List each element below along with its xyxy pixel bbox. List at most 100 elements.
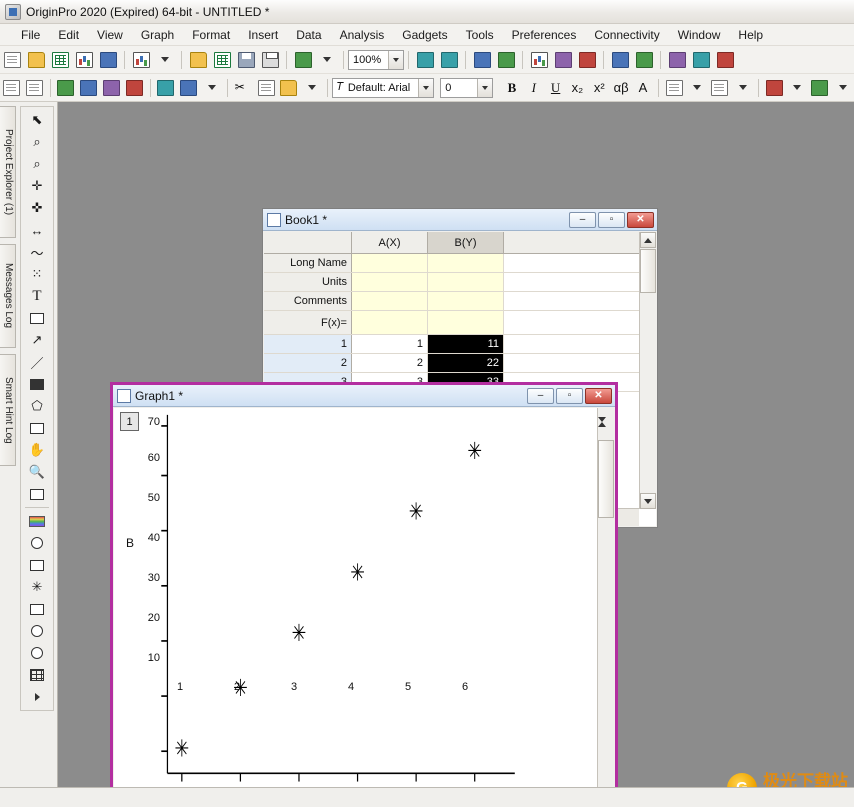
regional-mask-button[interactable]: ⁙ (24, 263, 50, 285)
menu-item-format[interactable]: Format (183, 26, 239, 44)
magnifier-tool-button[interactable]: 🔍 (24, 461, 50, 483)
menu-item-view[interactable]: View (88, 26, 132, 44)
book1-vertical-scrollbar[interactable] (639, 232, 656, 509)
text-tool-button[interactable]: T (24, 285, 50, 307)
copy-button[interactable] (256, 77, 277, 99)
globe-tool-button[interactable] (24, 620, 50, 642)
recalculate-button[interactable] (495, 49, 517, 71)
stats-tool-button[interactable] (24, 598, 50, 620)
cell-a1[interactable]: 1 (352, 335, 428, 353)
new-project-button[interactable] (1, 49, 23, 71)
pan-tool-button[interactable]: ✋ (24, 439, 50, 461)
font-dropdown-arrow[interactable] (418, 79, 433, 97)
graph1-window[interactable]: Graph1 * – ▫ ✕ 1 B 10 20 30 40 50 60 70 (110, 382, 618, 807)
book1-minimize-button[interactable]: – (569, 212, 596, 228)
import-dropdown-button[interactable] (316, 49, 338, 71)
cell-comments-a[interactable] (352, 292, 428, 310)
rescale-button[interactable] (528, 49, 550, 71)
open-project-button[interactable] (187, 49, 209, 71)
fill-color-dropdown-button[interactable] (832, 77, 853, 99)
undo-button[interactable] (414, 49, 436, 71)
zoom-out-tool-button[interactable]: ⌕ (24, 153, 50, 175)
color-palette-button[interactable] (24, 510, 50, 532)
duplicate-button[interactable] (633, 49, 655, 71)
palette-expand-button[interactable] (24, 686, 50, 708)
cell-fx-b[interactable] (428, 311, 504, 334)
row-header-comments[interactable]: Comments (264, 292, 352, 310)
line-style-button[interactable] (709, 77, 730, 99)
draw-data-button[interactable]: ～ (24, 241, 50, 263)
book1-scroll-up-button[interactable] (640, 232, 656, 248)
add-col-button[interactable] (24, 77, 45, 99)
merge-button[interactable] (609, 49, 631, 71)
refresh-button[interactable] (471, 49, 493, 71)
book1-maximize-button[interactable]: ▫ (598, 212, 625, 228)
layer-tool-button[interactable] (24, 483, 50, 505)
help-tool-button[interactable] (714, 49, 736, 71)
grid-tool-button[interactable] (24, 664, 50, 686)
menu-item-file[interactable]: File (12, 26, 49, 44)
cell-long-name-a[interactable] (352, 254, 428, 272)
graph1-minimize-button[interactable]: – (527, 388, 554, 404)
menu-item-gadgets[interactable]: Gadgets (393, 26, 456, 44)
graph1-close-button[interactable]: ✕ (585, 388, 612, 404)
row-header-units[interactable]: Units (264, 273, 352, 291)
paste-button[interactable] (278, 77, 299, 99)
image-tool-button[interactable] (24, 554, 50, 576)
underline-button[interactable]: U (546, 77, 566, 98)
import-button[interactable] (292, 49, 314, 71)
marker-tool-button[interactable]: ✳ (24, 576, 50, 598)
data-reader-button[interactable]: ✛ (24, 175, 50, 197)
book1-scroll-down-button[interactable] (640, 493, 656, 509)
superscript-button[interactable]: x² (589, 77, 609, 98)
subscript-button[interactable]: x₂ (568, 77, 588, 98)
fill-color-button[interactable] (809, 77, 830, 99)
menu-item-preferences[interactable]: Preferences (503, 26, 586, 44)
columns-dropdown-button[interactable] (201, 77, 222, 99)
bold-button[interactable]: B (502, 77, 522, 98)
table-row[interactable]: 1 1 11 (264, 335, 656, 354)
color-scale-button[interactable] (24, 532, 50, 554)
object-edit-button[interactable] (24, 307, 50, 329)
row-number-2[interactable]: 2 (264, 354, 352, 372)
menu-item-connectivity[interactable]: Connectivity (585, 26, 668, 44)
data-selector-button[interactable]: ↔ (24, 219, 50, 241)
font-color-button[interactable] (764, 77, 785, 99)
paste-dropdown-button[interactable] (301, 77, 322, 99)
send-graph-button[interactable] (690, 49, 712, 71)
plot-dropdown-button[interactable] (154, 49, 176, 71)
palette-extra-button[interactable] (24, 642, 50, 664)
graph1-maximize-button[interactable]: ▫ (556, 388, 583, 404)
new-matrix-button[interactable] (97, 49, 119, 71)
copy-columns-button[interactable] (156, 77, 177, 99)
cell-a2[interactable]: 2 (352, 354, 428, 372)
cell-comments-b[interactable] (428, 292, 504, 310)
cell-b2[interactable]: 22 (428, 354, 504, 372)
font-color-dropdown-button[interactable] (787, 77, 808, 99)
cell-fx-a[interactable] (352, 311, 428, 334)
save-project-button[interactable] (235, 49, 257, 71)
menu-item-help[interactable]: Help (729, 26, 772, 44)
font-size-dropdown-arrow[interactable] (477, 79, 492, 97)
new-graph-button[interactable] (73, 49, 95, 71)
set-as-x-button[interactable] (56, 77, 77, 99)
graph1-canvas[interactable]: 1 B 10 20 30 40 50 60 70 1 2 3 4 5 6 (114, 408, 597, 807)
export-graph-button[interactable] (666, 49, 688, 71)
set-as-y-button[interactable] (78, 77, 99, 99)
graph1-scroll-down-button[interactable] (598, 422, 614, 436)
cut-button[interactable]: ✂ (233, 77, 254, 99)
rectangle-tool-button[interactable] (24, 373, 50, 395)
row-header-fx[interactable]: F(x)= (264, 311, 352, 334)
row-number-1[interactable]: 1 (264, 335, 352, 353)
add-row-button[interactable] (1, 77, 22, 99)
graph1-title-bar[interactable]: Graph1 * – ▫ ✕ (113, 385, 615, 407)
column-header-b[interactable]: B(Y) (428, 232, 504, 253)
font-combo[interactable]: 𝑇 Default: Arial (332, 78, 434, 98)
redo-button[interactable] (438, 49, 460, 71)
zoom-in-tool-button[interactable]: ⌕ (24, 131, 50, 153)
set-as-error-button[interactable] (124, 77, 145, 99)
menu-item-edit[interactable]: Edit (49, 26, 88, 44)
align-dropdown-button[interactable] (687, 77, 708, 99)
menu-item-graph[interactable]: Graph (132, 26, 183, 44)
arrow-tool-button[interactable]: ↗ (24, 329, 50, 351)
